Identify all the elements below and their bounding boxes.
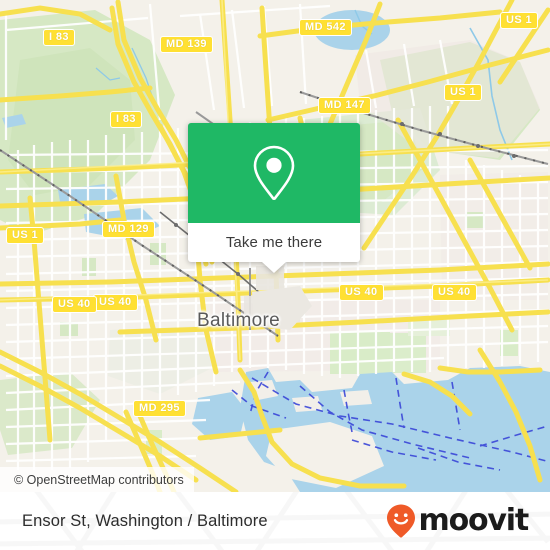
attribution-text: © OpenStreetMap contributors bbox=[14, 472, 184, 487]
road-shield: US 1 bbox=[6, 227, 45, 244]
road-shield: US 40 bbox=[52, 296, 97, 313]
map-canvas[interactable]: MD 139 MD 542 US 1 MD 147 US 1 I 83 I 83… bbox=[0, 0, 550, 492]
road-shield: MD 129 bbox=[102, 221, 155, 238]
callout-pointer-tip bbox=[262, 262, 286, 273]
moovit-wordmark: moovit bbox=[418, 503, 530, 538]
road-shield: MD 295 bbox=[133, 400, 186, 417]
moovit-map-screen: MD 139 MD 542 US 1 MD 147 US 1 I 83 I 83… bbox=[0, 0, 550, 550]
footer-bar: Ensor St, Washington / Baltimore moovit bbox=[0, 492, 550, 550]
location-title: Ensor St, Washington / Baltimore bbox=[22, 511, 268, 530]
callout-pin-panel bbox=[188, 123, 360, 223]
map-attribution[interactable]: © OpenStreetMap contributors bbox=[0, 467, 194, 492]
destination-callout-card[interactable]: Take me there bbox=[188, 123, 360, 273]
road-shield: MD 542 bbox=[299, 19, 352, 36]
road-shield: US 40 bbox=[93, 294, 138, 311]
road-shield: MD 139 bbox=[160, 36, 213, 53]
road-shield: US 40 bbox=[432, 284, 477, 301]
city-label-baltimore: Baltimore bbox=[197, 310, 280, 331]
moovit-pin-smile-icon bbox=[386, 504, 415, 538]
moovit-brand-logo[interactable]: moovit bbox=[385, 503, 530, 539]
map-pin-icon bbox=[253, 145, 295, 201]
road-shield: US 40 bbox=[339, 284, 384, 301]
callout-action-bar[interactable]: Take me there bbox=[188, 223, 360, 262]
road-shield: US 1 bbox=[444, 84, 483, 101]
road-shield: I 83 bbox=[43, 29, 75, 46]
road-shield: US 1 bbox=[500, 12, 539, 29]
road-shield: MD 147 bbox=[318, 97, 371, 114]
take-me-there-label: Take me there bbox=[225, 234, 323, 251]
road-shield: I 83 bbox=[110, 111, 142, 128]
